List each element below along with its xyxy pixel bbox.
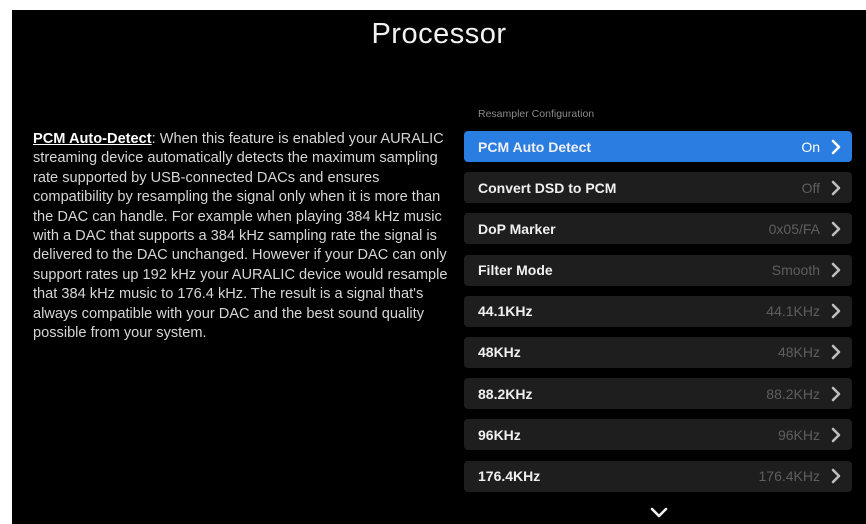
resampler-menu: PCM Auto Detect On Convert DSD to PCM Of… — [464, 131, 852, 502]
chevron-right-icon — [830, 344, 842, 360]
menu-item-label: 44.1KHz — [478, 303, 533, 320]
menu-item-value: 48KHz — [777, 344, 820, 361]
feature-description: PCM Auto-Detect: When this feature is en… — [33, 130, 453, 343]
processor-screen: Processor PCM Auto-Detect: When this fea… — [12, 10, 866, 524]
chevron-right-icon — [830, 180, 842, 196]
menu-item-filter-mode[interactable]: Filter Mode Smooth — [464, 254, 852, 286]
menu-item-label: Filter Mode — [478, 262, 553, 279]
menu-item-label: PCM Auto Detect — [478, 138, 592, 155]
menu-item-label: Convert DSD to PCM — [478, 179, 617, 196]
chevron-right-icon — [830, 139, 842, 155]
menu-item-label: 48KHz — [478, 344, 521, 361]
menu-item-label: DoP Marker — [478, 220, 556, 237]
menu-item-value: Smooth — [771, 262, 820, 279]
chevron-right-icon — [830, 303, 842, 319]
chevron-right-icon — [830, 262, 842, 278]
chevron-right-icon — [830, 427, 842, 443]
menu-item-value: On — [801, 138, 820, 155]
menu-item-88-2khz[interactable]: 88.2KHz 88.2KHz — [464, 378, 852, 410]
menu-item-convert-dsd-to-pcm[interactable]: Convert DSD to PCM Off — [464, 172, 852, 204]
menu-item-value: 88.2KHz — [766, 385, 820, 402]
menu-item-label: 176.4KHz — [478, 468, 541, 484]
menu-item-label: 96KHz — [478, 426, 521, 443]
page-title: Processor — [371, 18, 507, 50]
menu-item-96khz[interactable]: 96KHz 96KHz — [464, 419, 852, 451]
menu-item-pcm-auto-detect[interactable]: PCM Auto Detect On — [464, 131, 852, 162]
menu-item-label: 88.2KHz — [478, 385, 533, 402]
section-label: Resampler Configuration — [478, 108, 595, 120]
menu-item-176-4khz[interactable]: 176.4KHz 176.4KHz — [464, 460, 852, 492]
menu-item-48khz[interactable]: 48KHz 48KHz — [464, 336, 852, 368]
menu-item-value: Off — [801, 179, 820, 196]
description-term: PCM Auto-Detect — [33, 131, 152, 147]
chevron-right-icon — [830, 386, 842, 402]
menu-item-value: 96KHz — [777, 426, 820, 443]
chevron-right-icon — [830, 221, 842, 237]
chevron-down-icon[interactable] — [649, 506, 669, 520]
menu-item-value: 176.4KHz — [758, 468, 820, 484]
chevron-right-icon — [830, 468, 842, 484]
menu-item-value: 44.1KHz — [766, 303, 820, 320]
menu-item-value: 0x05/FA — [768, 220, 820, 237]
menu-item-dop-marker[interactable]: DoP Marker 0x05/FA — [464, 213, 852, 245]
description-text: : When this feature is enabled your AURA… — [33, 131, 448, 342]
menu-item-44-1khz[interactable]: 44.1KHz 44.1KHz — [464, 295, 852, 327]
